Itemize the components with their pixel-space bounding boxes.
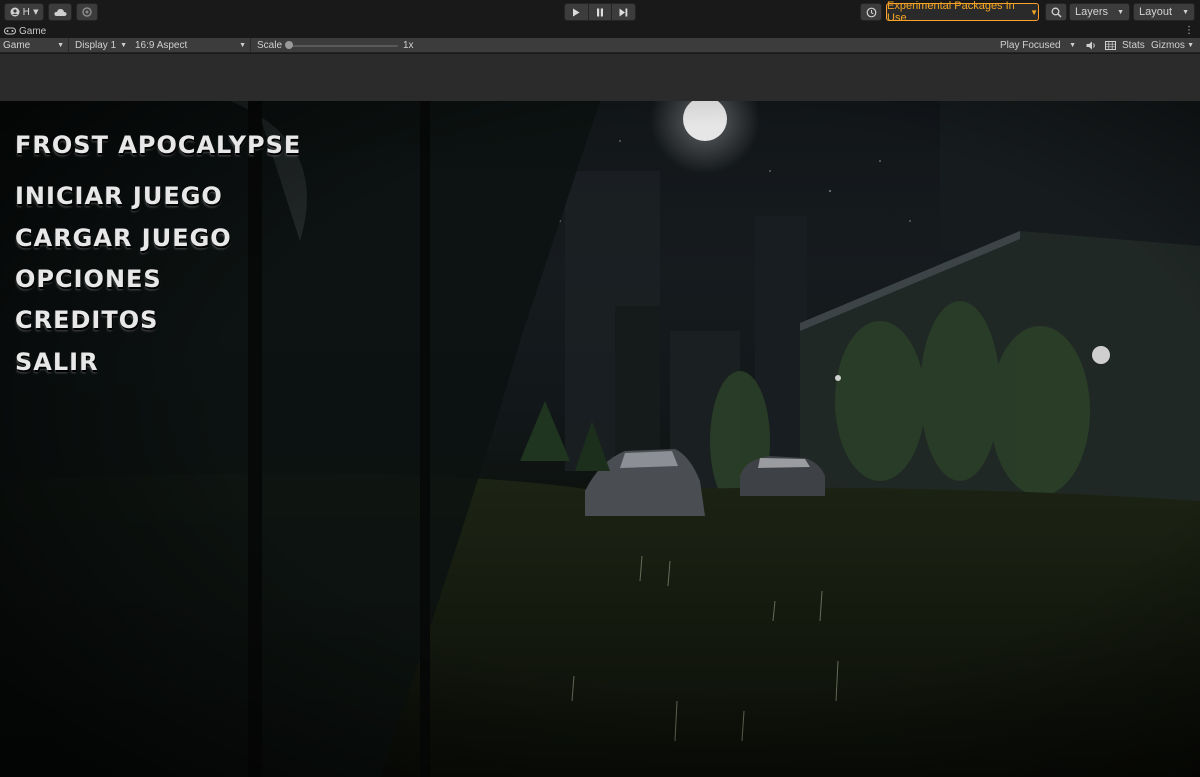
menu-item-creditos[interactable]: CREDITOS xyxy=(15,306,158,334)
menu-item-iniciar-juego[interactable]: INICIAR JUEGO xyxy=(15,182,223,210)
gizmos-dropdown[interactable]: Gizmos ▼ xyxy=(1151,38,1198,53)
game-title: FROST APOCALYPSE xyxy=(15,131,302,159)
layout-label: Layout xyxy=(1139,6,1173,18)
grid-icon xyxy=(1104,41,1116,50)
scale-slider-thumb[interactable] xyxy=(285,41,293,49)
tab-game[interactable]: Game xyxy=(4,24,46,38)
display-dropdown[interactable]: Display 1 ▼ xyxy=(75,38,131,53)
step-button[interactable] xyxy=(612,4,635,20)
experimental-packages-label: Experimental Packages In Use xyxy=(887,0,1015,24)
layout-dropdown[interactable]: Layout ▼ xyxy=(1133,3,1195,21)
stats-toggle[interactable] xyxy=(1102,38,1118,53)
layers-dropdown[interactable]: Layers ▼ xyxy=(1069,3,1130,21)
window-tab-bar: Game ⋮ xyxy=(0,24,1200,38)
chevron-down-icon: ▼ xyxy=(1187,42,1194,49)
editor-toolbar: H ▼ Experimental Packages In Use ▼ Layer… xyxy=(0,0,1200,24)
aspect-dropdown[interactable]: 16:9 Aspect ▼ xyxy=(135,38,251,53)
experimental-packages-button[interactable]: Experimental Packages In Use ▼ xyxy=(886,0,1039,24)
menu-item-cargar-juego[interactable]: CARGAR JUEGO xyxy=(15,224,232,252)
play-icon xyxy=(573,8,580,16)
cloud-button[interactable] xyxy=(48,3,72,21)
view-mode-label: Game xyxy=(3,40,31,51)
playmode-controls xyxy=(564,3,636,21)
account-icon xyxy=(10,7,20,17)
game-viewport[interactable]: FROST APOCALYPSE INICIAR JUEGO CARGAR JU… xyxy=(0,54,1200,777)
pause-button[interactable] xyxy=(588,4,613,20)
display-label: Display 1 xyxy=(75,40,117,51)
scale-label: Scale xyxy=(257,40,283,51)
play-mode-label: Play Focused xyxy=(1000,40,1061,51)
gizmos-label: Gizmos xyxy=(1151,40,1185,51)
tab-options-menu-icon[interactable]: ⋮ xyxy=(1184,24,1194,38)
tab-game-label: Game xyxy=(19,25,47,37)
layers-label: Layers xyxy=(1075,6,1109,18)
chevron-down-icon: ▼ xyxy=(1117,8,1124,16)
speaker-icon xyxy=(1086,41,1095,50)
game-view-toolbar: Game ▼ Display 1 ▼ 16:9 Aspect ▼ Scale 1… xyxy=(0,38,1200,53)
chevron-down-icon: ▼ xyxy=(57,42,64,49)
menu-item-opciones[interactable]: OPCIONES xyxy=(15,265,162,293)
collab-icon xyxy=(82,7,92,17)
search-icon xyxy=(1051,7,1062,18)
chevron-down-icon: ▼ xyxy=(1030,7,1038,17)
history-icon xyxy=(866,7,876,17)
pause-icon xyxy=(597,8,603,16)
chevron-down-icon: ▼ xyxy=(120,42,127,49)
chevron-down-icon: ▼ xyxy=(1069,42,1076,49)
account-button[interactable]: H ▼ xyxy=(4,3,44,21)
viewport-letterbox xyxy=(0,54,1200,101)
gamepad-icon xyxy=(4,27,16,35)
step-icon xyxy=(619,8,628,16)
collab-button[interactable] xyxy=(76,3,98,21)
view-mode-dropdown[interactable]: Game ▼ xyxy=(3,38,69,53)
scale-value: 1x xyxy=(403,40,414,51)
chevron-down-icon: ▼ xyxy=(239,42,246,49)
chevron-down-icon: ▼ xyxy=(33,8,39,16)
account-label: H xyxy=(22,6,31,18)
play-mode-dropdown[interactable]: Play Focused ▼ xyxy=(1000,38,1080,53)
stats-button[interactable]: Stats xyxy=(1122,38,1145,53)
play-button[interactable] xyxy=(565,4,589,20)
mute-audio-button[interactable] xyxy=(1084,38,1098,53)
cloud-icon xyxy=(53,8,66,16)
search-button[interactable] xyxy=(1045,3,1067,21)
scale-slider-track[interactable] xyxy=(286,45,398,47)
aspect-label: 16:9 Aspect xyxy=(135,40,188,51)
history-button[interactable] xyxy=(860,3,882,21)
chevron-down-icon: ▼ xyxy=(1182,8,1189,16)
menu-item-salir[interactable]: SALIR xyxy=(15,348,99,376)
